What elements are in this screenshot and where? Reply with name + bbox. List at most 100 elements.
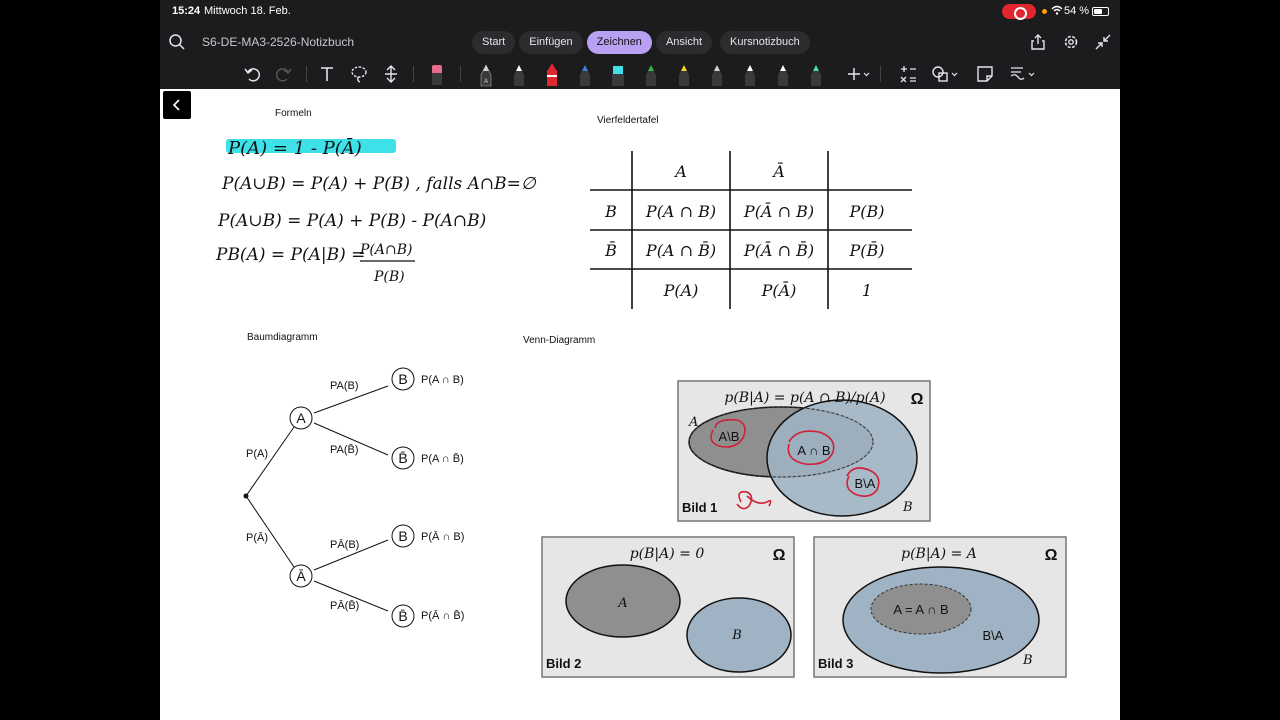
leaf-label: P(Ā ∩ B) bbox=[421, 531, 464, 543]
mic-indicator-icon bbox=[1042, 9, 1047, 14]
venn-title: p(B|A) = A bbox=[901, 546, 977, 562]
resize-corner-icon[interactable] bbox=[1105, 703, 1117, 715]
table-col-header-a: A bbox=[675, 162, 687, 181]
collapse-icon[interactable] bbox=[1094, 33, 1112, 51]
tab-kursnotizbuch[interactable]: Kursnotizbuch bbox=[720, 31, 810, 54]
venn-bild-2: p(B|A) = 0 Ω A B Bild 2 bbox=[541, 536, 795, 678]
toolbar-divider bbox=[413, 66, 414, 82]
pen-tool-icon[interactable]: A bbox=[477, 63, 495, 87]
formula-conditional-lhs: PB(A) = P(A|B) = bbox=[216, 245, 366, 265]
pen-tool-icon[interactable] bbox=[741, 63, 759, 87]
venn-caption: Bild 2 bbox=[546, 656, 581, 671]
math-icon[interactable] bbox=[898, 64, 918, 84]
venn-bild-1: p(B|A) = p(A ∩ B)/p(A) Ω A B A\B A ∩ B B… bbox=[677, 380, 931, 522]
set-b-label: B bbox=[731, 628, 742, 643]
pen-tool-icon[interactable] bbox=[708, 63, 726, 87]
venn-title: p(B|A) = 0 bbox=[630, 546, 705, 562]
shapes-icon[interactable] bbox=[931, 64, 958, 84]
omega-symbol: Ω bbox=[911, 391, 924, 408]
leaf-label: P(A ∩ B̄) bbox=[421, 452, 464, 465]
tree-node-b-bar: B̄ bbox=[398, 450, 407, 466]
table-cell: P(B̄) bbox=[849, 241, 885, 260]
venn-caption: Bild 1 bbox=[682, 500, 717, 515]
status-bar: 15:24 Mittwoch 18. Feb. 54 % bbox=[160, 0, 1120, 24]
region-a-minus-b: A\B bbox=[719, 429, 740, 444]
wifi-icon bbox=[1051, 5, 1063, 18]
tab-zeichnen[interactable]: Zeichnen bbox=[586, 31, 652, 54]
add-pen-icon[interactable] bbox=[846, 64, 870, 84]
settings-gear-icon[interactable] bbox=[1062, 33, 1080, 51]
undo-icon[interactable] bbox=[242, 64, 262, 84]
venn-caption: Bild 3 bbox=[818, 656, 853, 671]
svg-text:A: A bbox=[484, 79, 488, 85]
table-cell: P(Ā ∩ B̄) bbox=[743, 241, 815, 260]
leaf-label: P(A ∩ B) bbox=[421, 374, 464, 386]
back-button[interactable] bbox=[163, 91, 191, 119]
ink-to-text-icon[interactable] bbox=[1009, 64, 1035, 84]
eraser-icon[interactable] bbox=[428, 63, 446, 87]
leaf-label: P(Ā ∩ B̄) bbox=[421, 609, 464, 622]
venn-title: p(B|A) = p(A ∩ B)/p(A) bbox=[724, 390, 885, 406]
highlighter-tool-icon[interactable] bbox=[609, 63, 627, 87]
table-cell: P(A ∩ B̄) bbox=[645, 241, 717, 260]
status-time: 15:24 bbox=[172, 5, 201, 17]
status-date: Mittwoch 18. Feb. bbox=[204, 5, 291, 17]
set-a-label: A bbox=[688, 415, 698, 430]
set-a-label: A bbox=[617, 596, 627, 611]
table-cell: P(Ā ∩ B) bbox=[743, 202, 815, 221]
fraction-bar bbox=[360, 260, 415, 262]
table-col-header-a-bar: Ā bbox=[773, 162, 785, 181]
sticky-note-icon[interactable] bbox=[975, 64, 995, 84]
edge-label: P(A) bbox=[246, 448, 268, 460]
pen-tool-icon[interactable] bbox=[807, 63, 825, 87]
tree-node-a: A bbox=[296, 410, 306, 426]
screen-recording-icon[interactable] bbox=[1002, 4, 1036, 20]
formeln-heading: Formeln bbox=[275, 108, 312, 119]
tab-ansicht[interactable]: Ansicht bbox=[655, 31, 713, 54]
pen-tool-icon[interactable] bbox=[642, 63, 660, 87]
title-bar: S6-DE-MA3-2526-Notizbuch Start Einfügen … bbox=[160, 24, 1120, 60]
battery-percent: 54 % bbox=[1064, 5, 1090, 17]
insert-space-icon[interactable] bbox=[381, 64, 401, 84]
edge-label: P(Ā) bbox=[246, 532, 268, 544]
table-row-header-b: B bbox=[605, 202, 617, 221]
region-b-minus-a: B\A bbox=[855, 476, 876, 491]
set-b-label: B bbox=[1022, 653, 1033, 668]
region-a-eq-a-cap-b: A = A ∩ B bbox=[893, 602, 948, 617]
table-cell: 1 bbox=[861, 281, 873, 300]
vierfeldertafel-heading: Vierfeldertafel bbox=[597, 115, 659, 126]
region-a-cap-b: A ∩ B bbox=[797, 443, 830, 458]
search-icon[interactable] bbox=[168, 33, 186, 51]
venn-heading: Venn-Diagramm bbox=[523, 335, 596, 346]
region-b-minus-a: B\A bbox=[983, 628, 1004, 643]
draw-toolbar: A bbox=[160, 60, 1120, 89]
tree-node-b: B bbox=[398, 528, 407, 544]
text-tool-icon[interactable] bbox=[317, 64, 337, 84]
tab-start[interactable]: Start bbox=[472, 31, 516, 54]
pen-tool-icon[interactable] bbox=[774, 63, 792, 87]
pen-tool-icon[interactable] bbox=[576, 63, 594, 87]
tree-node-a-bar: Ā bbox=[296, 568, 306, 584]
pen-tool-icon[interactable] bbox=[510, 63, 528, 87]
edge-label: PA(B̄) bbox=[330, 443, 359, 456]
battery-icon bbox=[1092, 7, 1109, 16]
omega-symbol: Ω bbox=[773, 547, 786, 564]
lasso-select-icon[interactable] bbox=[349, 64, 369, 84]
edge-label: PĀ(B̄) bbox=[330, 599, 359, 612]
table-cell: P(B) bbox=[849, 202, 885, 221]
redo-icon[interactable] bbox=[274, 64, 294, 84]
edge-label: PA(B) bbox=[330, 380, 359, 392]
toolbar-divider bbox=[306, 66, 307, 82]
ribbon-tabs: Start Einfügen Zeichnen Ansicht Kursnoti… bbox=[472, 31, 810, 54]
formula-union-disjoint: P(A∪B) = P(A) + P(B) , falls A∩B=∅ bbox=[222, 174, 536, 194]
pen-tool-icon[interactable] bbox=[543, 63, 561, 87]
toolbar-divider bbox=[880, 66, 881, 82]
notebook-title[interactable]: S6-DE-MA3-2526-Notizbuch bbox=[202, 35, 354, 49]
pen-tool-icon[interactable] bbox=[675, 63, 693, 87]
venn-bild-3: p(B|A) = A Ω A = A ∩ B B\A B Bild 3 bbox=[813, 536, 1067, 678]
set-b-label: B bbox=[902, 500, 913, 515]
share-icon[interactable] bbox=[1029, 33, 1047, 51]
formula-conditional-denominator: P(B) bbox=[374, 269, 405, 285]
note-canvas[interactable]: Formeln P(A) = 1 - P(Ā) P(A∪B) = P(A) + … bbox=[160, 89, 1120, 720]
tab-einfuegen[interactable]: Einfügen bbox=[519, 31, 583, 54]
